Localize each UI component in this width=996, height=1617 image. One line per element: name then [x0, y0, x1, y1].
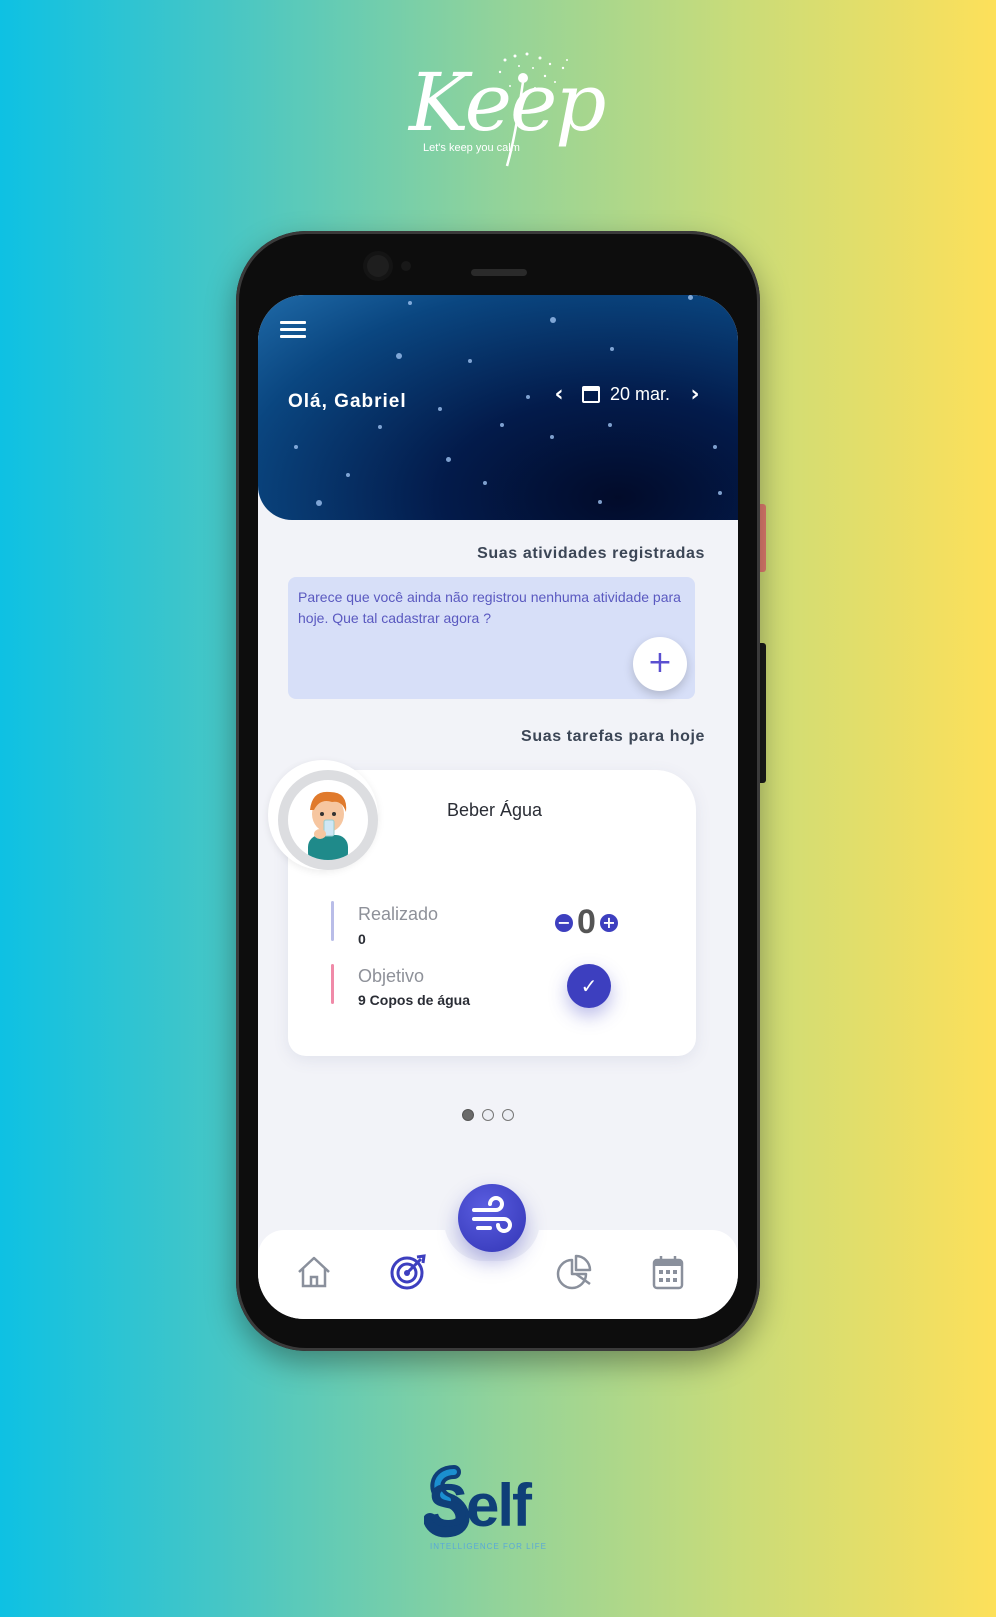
boy-drinking-water-illustration	[308, 791, 348, 860]
target-icon	[390, 1254, 426, 1290]
nav-calendar[interactable]	[648, 1252, 688, 1292]
breathing-icon	[472, 1196, 512, 1233]
done-value: 0	[358, 931, 366, 947]
decrement-button[interactable]: −	[555, 913, 573, 932]
done-label: Realizado	[358, 904, 439, 924]
phone-side-button	[760, 504, 766, 572]
goal-indicator-bar	[331, 964, 334, 1004]
chevron-right-icon[interactable]: ›	[684, 382, 706, 407]
keep-tagline: Let's keep you calm	[423, 142, 520, 154]
front-camera	[367, 255, 389, 277]
app-screen: Olá, Gabriel ‹ 20 mar. › Suas atividades…	[258, 295, 738, 1319]
goal-value: 9 Copos de água	[358, 992, 471, 1008]
hamburger-menu-icon	[280, 321, 306, 338]
activities-empty-message: Parece que você ainda não registrou nenh…	[298, 589, 681, 626]
quantity-stepper: − 0 +	[555, 903, 618, 942]
calendar-grid-icon	[652, 1256, 684, 1290]
task-card[interactable]: Beber Água Realizado 0 Objetivo 9 Copos …	[268, 760, 696, 1056]
header-banner: Olá, Gabriel ‹ 20 mar. ›	[258, 295, 738, 520]
earpiece-speaker	[471, 269, 527, 276]
calendar-icon[interactable]	[582, 385, 600, 403]
counter-value: 0	[577, 903, 596, 941]
chart-pie-icon	[556, 1254, 592, 1290]
avatar-frame	[268, 760, 378, 870]
chevron-left-icon[interactable]: ‹	[548, 382, 570, 407]
date-selector: ‹ 20 mar. ›	[548, 381, 706, 407]
carousel-pagination	[462, 1109, 514, 1121]
keep-logo: Keep Let's keep you calm	[395, 48, 607, 173]
self-logo: Self INTELLIGENCE FOR LIFE	[423, 1462, 574, 1562]
task-name: Beber Água	[447, 800, 543, 820]
increment-button[interactable]: +	[599, 913, 618, 932]
greeting: Olá, Gabriel	[288, 391, 407, 412]
nav-reports[interactable]	[554, 1252, 594, 1292]
avatar	[278, 770, 378, 870]
camera-sensor	[401, 261, 411, 271]
tasks-title: Suas tarefas para hoje	[521, 728, 705, 745]
breathing-button[interactable]	[458, 1184, 526, 1252]
pagination-dot-3[interactable]	[502, 1109, 514, 1121]
self-tagline: INTELLIGENCE FOR LIFE	[430, 1542, 548, 1551]
done-indicator-bar	[331, 901, 334, 941]
phone-volume-button	[760, 643, 766, 783]
complete-task-button[interactable]: ✓	[567, 964, 611, 1008]
activities-title: Suas atividades registradas	[477, 545, 705, 562]
current-date[interactable]: 20 mar.	[610, 384, 670, 405]
pagination-dot-1[interactable]	[462, 1109, 474, 1121]
home-icon	[298, 1256, 330, 1288]
nav-goals[interactable]	[388, 1252, 428, 1292]
phone-frame: Olá, Gabriel ‹ 20 mar. › Suas atividades…	[236, 231, 760, 1351]
activities-empty-box: Parece que você ainda não registrou nenh…	[288, 577, 695, 699]
nav-home[interactable]	[294, 1252, 334, 1292]
add-activity-button[interactable]: +	[633, 637, 687, 691]
self-logo-text: Self	[428, 1472, 532, 1539]
pagination-dot-2[interactable]	[482, 1109, 494, 1121]
goal-label: Objetivo	[358, 966, 425, 986]
menu-button[interactable]	[280, 321, 306, 341]
